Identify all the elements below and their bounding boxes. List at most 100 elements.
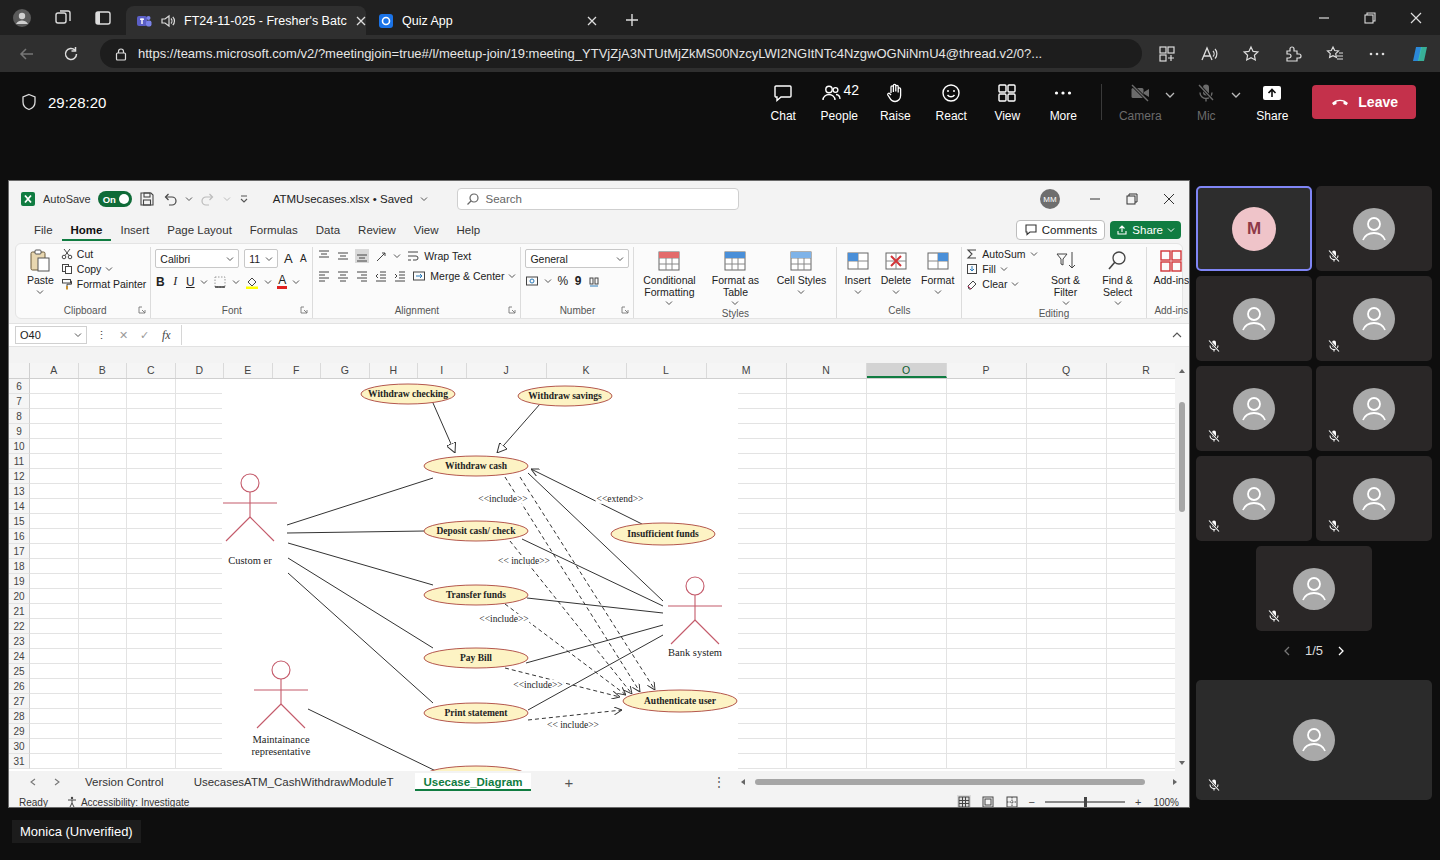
cells-button[interactable]: Format: [918, 247, 957, 297]
cell[interactable]: [30, 589, 79, 604]
search-box[interactable]: Search: [457, 188, 739, 210]
chevron-down-icon[interactable]: [292, 278, 300, 286]
cell[interactable]: [1107, 709, 1176, 724]
use-case-diagram[interactable]: Withdraw checkingWithdraw savingsWithdra…: [222, 379, 738, 771]
cell[interactable]: [867, 514, 947, 529]
cell[interactable]: [787, 619, 867, 634]
cell[interactable]: [176, 634, 225, 649]
row-header[interactable]: 11: [9, 454, 30, 469]
align-right-icon[interactable]: [355, 269, 369, 283]
cell[interactable]: [787, 649, 867, 664]
merge-center-button[interactable]: Merge & Center: [412, 269, 516, 283]
row-header[interactable]: 27: [9, 694, 30, 709]
cell[interactable]: [127, 439, 176, 454]
name-box[interactable]: O40: [15, 326, 87, 344]
cell[interactable]: [79, 724, 128, 739]
paste-button[interactable]: Paste: [24, 247, 57, 297]
cell[interactable]: [867, 604, 947, 619]
fill-color-icon[interactable]: [245, 275, 259, 289]
chevron-down-icon[interactable]: [1062, 299, 1070, 307]
chevron-down-icon[interactable]: [508, 272, 516, 280]
cell[interactable]: [787, 424, 867, 439]
cell[interactable]: [1027, 679, 1107, 694]
cell[interactable]: [30, 409, 79, 424]
cell[interactable]: [176, 604, 225, 619]
cell[interactable]: [947, 394, 1027, 409]
participant-tile[interactable]: [1316, 276, 1432, 361]
cell[interactable]: [1107, 424, 1176, 439]
row-header[interactable]: 7: [9, 394, 30, 409]
zoom-slider[interactable]: [1045, 801, 1125, 803]
chevron-down-icon[interactable]: [1230, 89, 1242, 101]
zoom-thumb[interactable]: [1084, 797, 1087, 807]
clear-button[interactable]: Clear: [966, 278, 1037, 290]
cell[interactable]: [867, 709, 947, 724]
cell[interactable]: [30, 619, 79, 634]
cell[interactable]: [127, 754, 176, 769]
cell[interactable]: [867, 394, 947, 409]
cell[interactable]: [1027, 469, 1107, 484]
number-format-select[interactable]: General: [525, 249, 629, 268]
cell[interactable]: [127, 544, 176, 559]
cell[interactable]: [867, 664, 947, 679]
cell[interactable]: [176, 559, 225, 574]
cell[interactable]: [176, 739, 225, 754]
cell[interactable]: [947, 664, 1027, 679]
chevron-down-icon[interactable]: [223, 195, 231, 203]
cut-button[interactable]: Cut: [61, 248, 146, 260]
meeting-control[interactable]: Raise: [867, 82, 923, 123]
column-header[interactable]: E: [224, 363, 273, 378]
column-header[interactable]: Q: [1027, 363, 1107, 378]
vertical-scrollbar[interactable]: [1175, 363, 1189, 771]
cell[interactable]: [1027, 439, 1107, 454]
ribbon-tab[interactable]: Review: [349, 220, 405, 241]
cell[interactable]: [787, 559, 867, 574]
chevron-down-icon[interactable]: [1030, 250, 1038, 258]
chevron-down-icon[interactable]: [264, 278, 272, 286]
close-icon[interactable]: [1163, 193, 1175, 205]
column-header[interactable]: M: [707, 363, 787, 378]
cell[interactable]: [30, 484, 79, 499]
read-aloud-icon[interactable]: [1200, 45, 1218, 63]
chevron-down-icon[interactable]: [934, 288, 942, 296]
cell[interactable]: [787, 409, 867, 424]
cell[interactable]: [947, 499, 1027, 514]
copilot-icon[interactable]: [1410, 44, 1430, 64]
cell[interactable]: [127, 469, 176, 484]
cell[interactable]: [787, 754, 867, 769]
new-tab-icon[interactable]: [624, 12, 640, 28]
cell[interactable]: [1107, 484, 1176, 499]
cell[interactable]: [176, 694, 225, 709]
cell[interactable]: [1107, 739, 1176, 754]
chevron-down-icon[interactable]: [420, 195, 428, 203]
cell[interactable]: [79, 604, 128, 619]
cell[interactable]: [127, 724, 176, 739]
zoom-in-button[interactable]: +: [1135, 796, 1141, 808]
file-name[interactable]: ATMUsecases.xlsx • Saved: [273, 193, 413, 205]
cells-button[interactable]: Insert: [841, 247, 873, 297]
cell[interactable]: [1027, 739, 1107, 754]
cell[interactable]: [1027, 649, 1107, 664]
column-header[interactable]: J: [467, 363, 547, 378]
cell[interactable]: [787, 634, 867, 649]
cell[interactable]: [127, 484, 176, 499]
cell[interactable]: [176, 709, 225, 724]
cell[interactable]: [30, 469, 79, 484]
cell[interactable]: [30, 499, 79, 514]
profile-icon[interactable]: [12, 8, 32, 28]
cell[interactable]: [867, 574, 947, 589]
favorite-star-icon[interactable]: [1242, 45, 1260, 63]
cell[interactable]: [127, 694, 176, 709]
row-header[interactable]: 15: [9, 514, 30, 529]
chevron-down-icon[interactable]: [731, 299, 739, 307]
participant-tile[interactable]: [1316, 366, 1432, 451]
cell[interactable]: [787, 529, 867, 544]
chevron-down-icon[interactable]: [616, 255, 624, 263]
cell[interactable]: [1027, 724, 1107, 739]
cell[interactable]: [30, 559, 79, 574]
cell[interactable]: [30, 754, 79, 769]
cell[interactable]: [79, 634, 128, 649]
chevron-down-icon[interactable]: [1114, 299, 1122, 307]
row-header[interactable]: 29: [9, 724, 30, 739]
horizontal-scrollbar[interactable]: [739, 778, 1189, 786]
